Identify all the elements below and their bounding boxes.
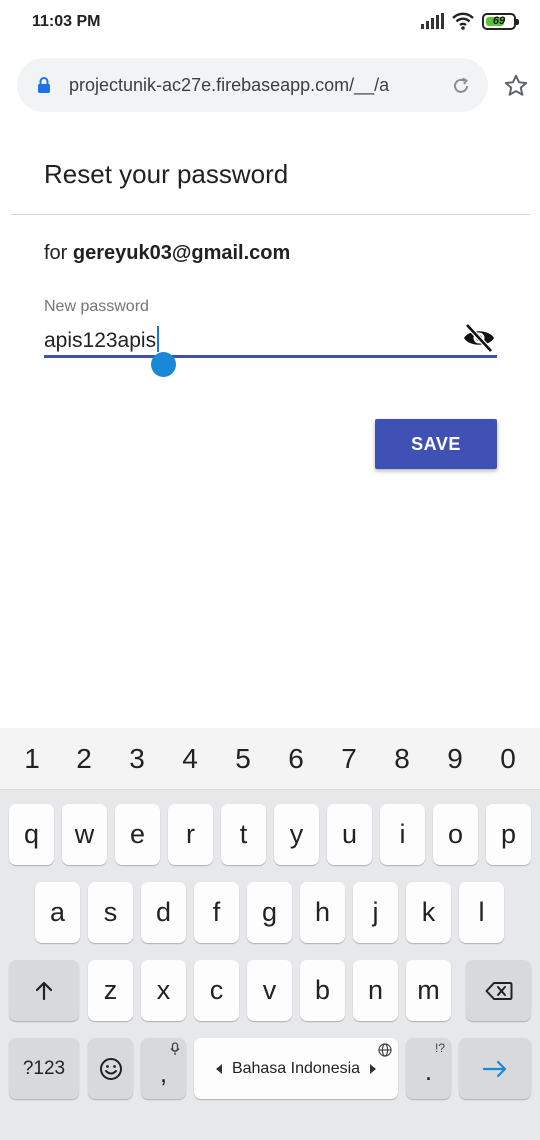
- page-title: Reset your password: [44, 159, 289, 189]
- key-8[interactable]: 8: [387, 743, 417, 775]
- key-h[interactable]: h: [300, 882, 345, 943]
- enter-key[interactable]: [459, 1038, 531, 1099]
- backspace-icon: [485, 981, 512, 1000]
- key-o[interactable]: o: [433, 804, 478, 865]
- key-6[interactable]: 6: [281, 743, 311, 775]
- keyboard: 1 2 3 4 5 6 7 8 9 0 q w e r t y u i o p …: [0, 728, 540, 1140]
- key-w[interactable]: w: [62, 804, 107, 865]
- address-bar[interactable]: projectunik-ac27e.firebaseapp.com/__/a: [17, 58, 488, 112]
- key-g[interactable]: g: [247, 882, 292, 943]
- space-key[interactable]: Bahasa Indonesia: [194, 1038, 398, 1099]
- period-label: .: [424, 1056, 433, 1086]
- key-p[interactable]: p: [486, 804, 531, 865]
- new-password-value[interactable]: apis123apis: [44, 329, 156, 352]
- visibility-off-icon[interactable]: [462, 323, 496, 353]
- key-1[interactable]: 1: [17, 743, 47, 775]
- key-k[interactable]: k: [406, 882, 451, 943]
- key-t[interactable]: t: [221, 804, 266, 865]
- wifi-icon: [452, 12, 474, 30]
- comma-label: ,: [159, 1058, 168, 1088]
- key-x[interactable]: x: [141, 960, 186, 1021]
- emoji-icon: [99, 1057, 122, 1080]
- key-i[interactable]: i: [380, 804, 425, 865]
- battery-level: 69: [492, 15, 506, 27]
- key-u[interactable]: u: [327, 804, 372, 865]
- shift-key[interactable]: [9, 960, 79, 1021]
- key-9[interactable]: 9: [440, 743, 470, 775]
- text-caret: [157, 326, 160, 352]
- key-l[interactable]: l: [459, 882, 504, 943]
- language-next-icon: [370, 1063, 377, 1074]
- key-d[interactable]: d: [141, 882, 186, 943]
- key-m[interactable]: m: [406, 960, 451, 1021]
- caret-handle[interactable]: [151, 352, 176, 377]
- symbols-key[interactable]: ?123: [9, 1038, 79, 1099]
- emoji-key[interactable]: [88, 1038, 133, 1099]
- period-key[interactable]: . !?: [406, 1038, 451, 1099]
- key-b[interactable]: b: [300, 960, 345, 1021]
- comma-key[interactable]: ,: [141, 1038, 186, 1099]
- key-q[interactable]: q: [9, 804, 54, 865]
- save-button[interactable]: SAVE: [375, 419, 497, 469]
- signal-icon: [421, 13, 444, 29]
- status-icons: 69: [421, 12, 519, 30]
- key-7[interactable]: 7: [334, 743, 364, 775]
- reload-icon[interactable]: [451, 76, 471, 96]
- key-j[interactable]: j: [353, 882, 398, 943]
- key-s[interactable]: s: [88, 882, 133, 943]
- new-password-underline: [44, 355, 497, 358]
- key-5[interactable]: 5: [228, 743, 258, 775]
- key-a[interactable]: a: [35, 882, 80, 943]
- key-4[interactable]: 4: [175, 743, 205, 775]
- language-label: Bahasa Indonesia: [231, 1059, 361, 1077]
- key-n[interactable]: n: [353, 960, 398, 1021]
- mic-icon: [170, 1042, 180, 1055]
- number-row: 1 2 3 4 5 6 7 8 9 0: [0, 728, 540, 790]
- key-3[interactable]: 3: [122, 743, 152, 775]
- lock-icon[interactable]: [37, 77, 51, 93]
- star-icon[interactable]: [503, 73, 529, 99]
- status-time: 11:03 PM: [32, 13, 101, 30]
- key-0[interactable]: 0: [493, 743, 523, 775]
- divider: [11, 214, 530, 215]
- new-password-label: New password: [44, 298, 149, 315]
- new-password-input[interactable]: apis123apis: [44, 326, 160, 353]
- language-prev-icon: [215, 1063, 222, 1074]
- punct-hint: !?: [434, 1041, 445, 1055]
- globe-icon: [378, 1043, 392, 1057]
- key-y[interactable]: y: [274, 804, 319, 865]
- key-f[interactable]: f: [194, 882, 239, 943]
- shift-icon: [35, 981, 53, 1000]
- key-r[interactable]: r: [168, 804, 213, 865]
- account-email: gereyuk03@gmail.com: [72, 242, 291, 264]
- status-bar: 11:03 PM 69: [0, 0, 540, 46]
- backspace-key[interactable]: [466, 960, 531, 1021]
- account-prefix: for: [44, 242, 73, 264]
- key-v[interactable]: v: [247, 960, 292, 1021]
- url-text[interactable]: projectunik-ac27e.firebaseapp.com/__/a: [69, 75, 429, 96]
- arrow-right-icon: [482, 1060, 507, 1077]
- battery-icon: 69: [482, 12, 519, 30]
- key-2[interactable]: 2: [69, 743, 99, 775]
- key-z[interactable]: z: [88, 960, 133, 1021]
- space-label: Bahasa Indonesia: [215, 1059, 377, 1078]
- key-e[interactable]: e: [115, 804, 160, 865]
- key-c[interactable]: c: [194, 960, 239, 1021]
- account-line: for gereyuk03@gmail.com: [44, 242, 290, 265]
